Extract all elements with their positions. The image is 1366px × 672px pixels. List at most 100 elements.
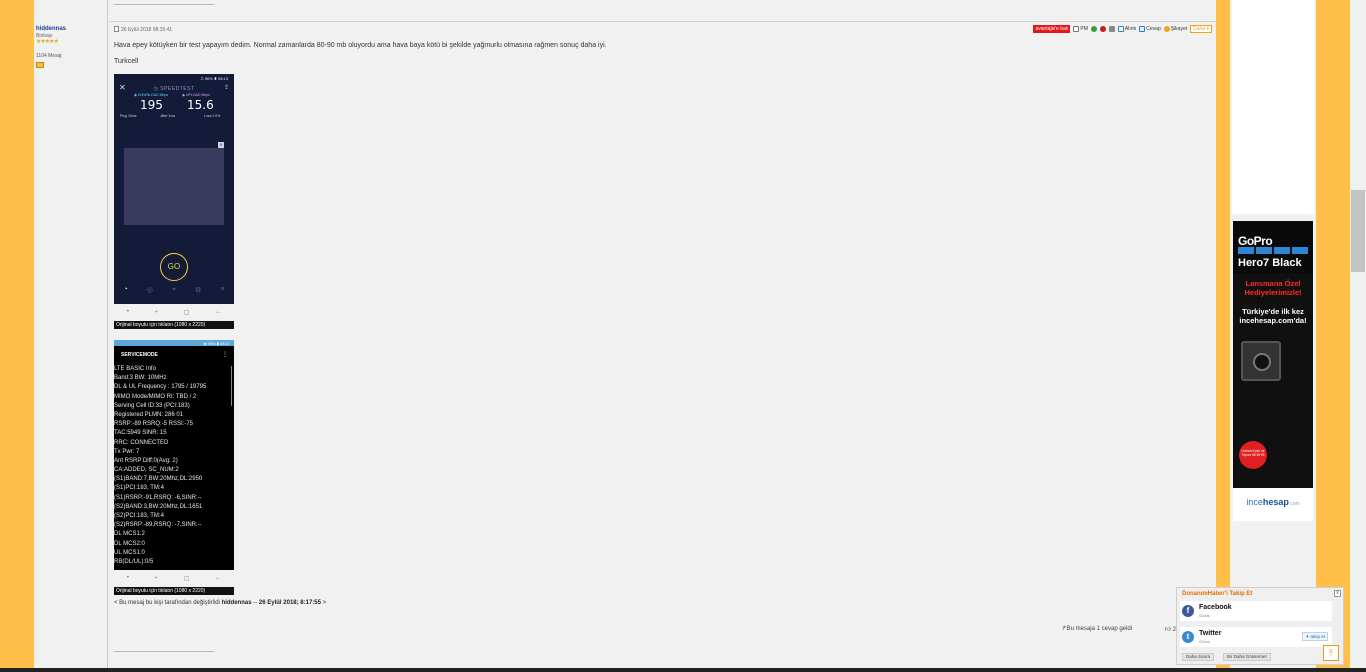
more-dropdown[interactable]: Daha ▾: [1190, 24, 1212, 33]
window-bottom-edge: [0, 668, 1366, 672]
scroll-top-button[interactable]: ⤒: [1323, 645, 1339, 661]
speedtest-title-text: SPEEDTEST: [160, 86, 195, 92]
back-icon: ←: [215, 575, 222, 581]
reply-info-link[interactable]: ↱Bu mesaja 1 cevap geldi: [1062, 625, 1132, 632]
warning-icon: [1163, 25, 1170, 32]
profile-icon: [1108, 25, 1115, 32]
avantajix-button[interactable]: avantajix'e bak: [1033, 24, 1071, 33]
info-icon: ≡: [220, 286, 225, 293]
pm-label: PM: [1080, 25, 1088, 32]
ad-first-text: Türkiye'de ilk kez incehesap.com'da!: [1239, 307, 1307, 325]
reply-label: Cevap: [1146, 25, 1161, 32]
servicemode-line: RRC: CONNECTED: [114, 439, 169, 446]
gopro-ad-banner[interactable]: GoPro Hero7 Black Lansmana Özel Hediyele…: [1233, 221, 1313, 521]
profile-button[interactable]: [1108, 25, 1115, 32]
ad-body: Lansmana Özel Hediyelerimizle! Türkiye'd…: [1233, 273, 1313, 488]
later-button[interactable]: Daha Sonra: [1182, 653, 1215, 661]
ad-footer-c: .com: [1288, 501, 1300, 507]
post-operator-text: Turkcell: [114, 58, 139, 65]
servicemode-line: Band:3 BW: 10MHz: [114, 375, 167, 382]
recent-icon: ⌐: [154, 575, 159, 581]
servicemode-line: Ant RSRP Diff:0(Avg: 2): [114, 457, 178, 464]
report-user-button[interactable]: [1099, 25, 1106, 32]
page-scrollbar[interactable]: [1350, 0, 1366, 668]
twitter-bird-icon: ✦: [1305, 634, 1310, 639]
post-date: 26 Eylül 2018 08:15:41: [114, 26, 172, 33]
user-button[interactable]: [1090, 25, 1097, 32]
forum-thread: hiddennas Binbaşı ★★★★★ 1104 Mesaj 26 Ey…: [34, 0, 1216, 668]
phone-status-bar: ⎍ 96% ▮ 08:13: [200, 76, 228, 81]
home-icon: ▢: [183, 575, 190, 582]
ad-placeholder: ✕: [124, 142, 224, 225]
speedtest-screenshot[interactable]: ⎍ 96% ▮ 08:13 ✕ ◷ SPEEDTEST ⇪ ◉ DOWNLOAD…: [114, 74, 234, 304]
ad-banner-top[interactable]: [1232, 0, 1314, 214]
quote-label: Alıntı: [1124, 25, 1137, 32]
close-button[interactable]: x: [1334, 590, 1341, 597]
speedtest-nav: ◔ ◎ ⌖ ⚙ ≡: [114, 286, 234, 304]
post-body-text: Hava epey kötüyken bir test yapayım dedi…: [114, 42, 607, 49]
dont-show-again-button[interactable]: Bir Daha Gösterme!: [1223, 653, 1271, 661]
edit-prefix: < Bu mesaj bu kişi tarafından değiştiril…: [114, 600, 222, 606]
twitter-follow-label: takip et: [1310, 634, 1325, 639]
ad-brand: GoPro: [1238, 234, 1273, 248]
edit-note: < Bu mesaj bu kişi tarafından değiştiril…: [114, 600, 326, 606]
camera-icon: [1241, 341, 1281, 381]
user-post-count: 1104 Mesaj: [36, 53, 62, 59]
facebook-label: Facebook: [1199, 604, 1232, 611]
go-button: GO: [160, 253, 188, 281]
servicemode-line: (S1)BAND:7,BW:20Mhz,DL:2950: [114, 476, 203, 483]
servicemode-line: CA:ADDED, SC_NUM:2: [114, 467, 179, 474]
results-icon: ◎: [146, 287, 153, 294]
post-header-line: [109, 21, 1216, 22]
twitter-row[interactable]: t Twitter Gözat ✦ takip et: [1180, 627, 1332, 647]
android-softkeys: • ⌐ ▢ ←: [114, 571, 234, 585]
twitter-follow-button[interactable]: ✦ takip et: [1302, 632, 1328, 641]
ping-value: Ping 15ms: [120, 114, 137, 118]
pm-button[interactable]: PM: [1073, 25, 1088, 32]
post-separator: [114, 651, 214, 652]
servicemode-screenshot[interactable]: ◈ 95% ▮ 08:17 SERVICEMODE ⋮ LTE BASIC In…: [114, 340, 234, 570]
edit-user-link[interactable]: hiddennas: [222, 600, 252, 606]
follow-widget: DonanımHaber'i Takip Et x f Facebook Göz…: [1176, 587, 1344, 665]
report-button[interactable]: Şikayet: [1163, 25, 1188, 32]
map-icon: ⌖: [172, 286, 176, 293]
like-button[interactable]: 👍︎ 2: [1165, 625, 1176, 633]
original-size-link[interactable]: Orijinal boyutu için tıklatın (1080 x 22…: [114, 321, 234, 329]
username-link[interactable]: hiddennas: [36, 26, 66, 32]
servicemode-line: DL & UL Frequency : 1795 / 19795: [114, 384, 207, 391]
servicemode-lines: LTE BASIC Info Band:3 BW: 10MHz DL & UL Fr…: [114, 365, 230, 567]
original-size-link[interactable]: Orijinal boyutu için tıklatın (1080 x 22…: [114, 587, 234, 595]
brand-stripes: [1238, 247, 1308, 254]
report-label: Şikayet: [1170, 25, 1188, 32]
ad-footer-b: hesap: [1262, 497, 1289, 507]
servicemode-line: RSRP:-89 RSRQ:-5 RSSI:-75: [114, 421, 194, 428]
phone-status-bar: ◈ 95% ▮ 08:17: [114, 340, 234, 346]
download-label-text: DOWNLOAD Mbps: [138, 93, 169, 97]
android-softkeys: • ⌐ ▢ ←: [114, 305, 234, 319]
quote-button[interactable]: Alıntı: [1117, 25, 1137, 32]
recent-icon: ⌐: [154, 309, 159, 315]
ad-footer-a: ince: [1246, 497, 1263, 507]
post-date-text: 26 Eylül 2018 08:15:41: [121, 27, 173, 33]
facebook-row[interactable]: f Facebook Gözat: [1180, 601, 1332, 621]
servicemode-line: Serving Cell ID:33 (PCI:183): [114, 402, 190, 409]
download-value: 195: [140, 98, 163, 112]
download-label: ◉ DOWNLOAD Mbps: [134, 93, 169, 97]
servicemode-title: SERVICEMODE: [121, 352, 158, 358]
twitter-label: Twitter: [1199, 630, 1222, 637]
scrollbar-thumb[interactable]: [1351, 190, 1365, 272]
user-icon: [1090, 25, 1097, 32]
reply-button[interactable]: Cevap: [1139, 25, 1161, 32]
edit-date: 26 Eylül 2018; 8:17:55: [258, 600, 321, 606]
servicemode-line: MIMO Mode/MIMO RI: TBD / 2: [114, 393, 197, 400]
upload-label: ◉ UPLOAD Mbps: [182, 93, 210, 97]
servicemode-line: RB(DL/UL):0/5: [114, 558, 154, 565]
dot-icon: •: [126, 309, 129, 315]
servicemode-line: Tx Pwr: 7: [114, 448, 140, 455]
ad-gift-badge: Hafıza Kartı ve Tripod HEDİYE: [1239, 441, 1267, 469]
back-icon: ←: [215, 309, 222, 315]
more-label: Daha: [1193, 25, 1206, 32]
user-stars: ★★★★★: [36, 39, 59, 45]
servicemode-line: TAC:5949 SINR: 15: [114, 430, 167, 437]
reply-info-text: Bu mesaja 1 cevap geldi: [1066, 626, 1132, 632]
